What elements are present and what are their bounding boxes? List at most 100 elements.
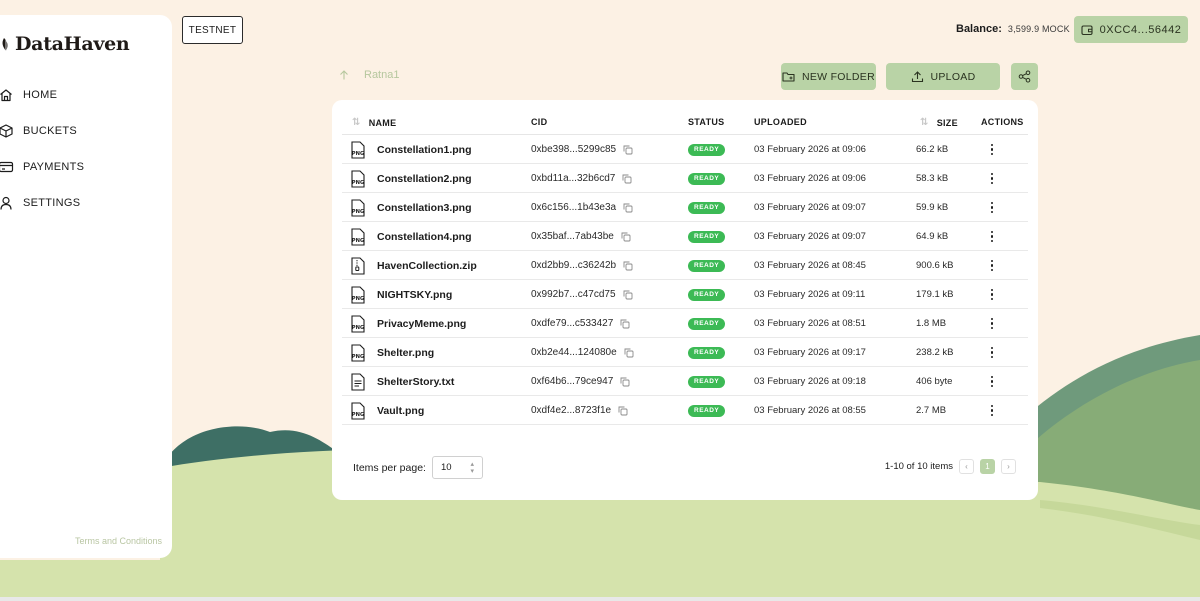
previous-page-button[interactable]: ‹ <box>959 459 974 474</box>
sort-icon[interactable]: ⇅ <box>920 117 929 128</box>
cid-value: 0xdf4e2...8723f1e <box>531 405 612 416</box>
file-name[interactable]: NIGHTSKY.png <box>377 280 452 309</box>
file-cid: 0xdf4e2...8723f1e <box>531 396 628 425</box>
column-actions: ACTIONS <box>981 117 1024 127</box>
table-row[interactable]: PNG Constellation4.png 0x35baf...7ab43be RE… <box>342 222 1028 251</box>
copy-icon[interactable] <box>623 145 633 155</box>
status-badge: READY <box>688 230 726 243</box>
png-file-icon: PNG <box>350 396 368 425</box>
table-row[interactable]: PNG Vault.png 0xdf4e2...8723f1e READY 03 Feb… <box>342 396 1028 425</box>
more-actions-button[interactable] <box>985 222 999 251</box>
column-size[interactable]: ⇅ SIZE <box>920 117 958 128</box>
sort-icon[interactable]: ⇅ <box>352 117 361 128</box>
items-per-page-select[interactable]: 10 ▴ ▾ <box>431 456 483 479</box>
user-icon <box>0 195 14 211</box>
file-name[interactable]: Constellation4.png <box>377 222 472 251</box>
table-row[interactable]: PNG Shelter.png 0xb2e44...124080e READY 03 F… <box>342 338 1028 367</box>
svg-text:PNG: PNG <box>352 151 364 157</box>
status-badge: READY <box>688 201 726 214</box>
status-cell: READY <box>688 193 726 222</box>
copy-icon[interactable] <box>618 406 628 416</box>
copy-icon[interactable] <box>624 348 634 358</box>
more-actions-button[interactable] <box>985 309 999 338</box>
cube-icon <box>0 123 14 139</box>
more-actions-button[interactable] <box>985 338 999 367</box>
table-row[interactable]: PNG NIGHTSKY.png 0x992b7...c47cd75 READY 03 … <box>342 280 1028 309</box>
status-cell: READY <box>688 338 726 367</box>
items-per-page-value: 10 <box>440 462 452 473</box>
copy-icon[interactable] <box>623 203 633 213</box>
copy-icon[interactable] <box>622 174 632 184</box>
balance-value: 3,599.9 MOCK <box>1007 24 1070 34</box>
copy-icon[interactable] <box>620 319 630 329</box>
network-button[interactable]: TESTNET <box>182 16 243 44</box>
file-name[interactable]: HavenCollection.zip <box>377 251 477 280</box>
file-size: 406 byte <box>916 376 953 387</box>
sidebar-item-settings[interactable]: SETTINGS <box>0 185 168 221</box>
file-name[interactable]: Vault.png <box>377 396 424 425</box>
wallet-button[interactable]: 0XCC4...56442 <box>1074 16 1188 43</box>
page-button[interactable]: 1 <box>980 459 995 474</box>
more-actions-button[interactable] <box>985 193 999 222</box>
file-cid: 0x35baf...7ab43be <box>531 222 631 251</box>
sidebar-item-payments[interactable]: PAYMENTS <box>0 149 168 185</box>
uploaded-date: 03 February 2026 at 08:51 <box>754 318 866 329</box>
copy-icon[interactable] <box>623 261 633 271</box>
more-actions-button[interactable] <box>985 367 999 396</box>
file-cid: 0x6c156...1b43e3a <box>531 193 633 222</box>
copy-icon[interactable] <box>623 290 633 300</box>
status-badge: READY <box>688 288 726 301</box>
upload-icon <box>911 70 924 83</box>
sidebar-nav: HOME BUCKETS PAYMENTS SETTINGS <box>0 77 168 221</box>
more-actions-button[interactable] <box>985 280 999 309</box>
new-folder-button[interactable]: NEW FOLDER <box>781 63 876 90</box>
table-row[interactable]: PNG PrivacyMeme.png 0xdfe79...c533427 READY… <box>342 309 1028 338</box>
next-page-button[interactable]: › <box>1001 459 1016 474</box>
table-row[interactable]: PNG Constellation2.png 0xbd11a...32b6cd7 RE… <box>342 164 1028 193</box>
table-row[interactable]: HavenCollection.zip 0xd2bb9...c36242b READ… <box>342 251 1028 280</box>
arrow-up-icon[interactable] <box>338 69 350 81</box>
cid-value: 0xf64b6...79ce947 <box>531 376 614 387</box>
file-name[interactable]: Constellation2.png <box>377 164 472 193</box>
table-row[interactable]: PNG Constellation3.png 0x6c156...1b43e3a RE… <box>342 193 1028 222</box>
balance-label: Balance: <box>956 23 1002 35</box>
upload-button[interactable]: UPLOAD <box>886 63 1000 90</box>
file-name[interactable]: Constellation1.png <box>377 135 472 164</box>
column-name[interactable]: ⇅ NAME <box>352 117 396 128</box>
zip-file-icon <box>350 251 368 280</box>
share-button[interactable] <box>1011 63 1038 90</box>
sidebar-item-home[interactable]: HOME <box>0 77 168 113</box>
column-label: STATUS <box>688 117 725 127</box>
file-name[interactable]: PrivacyMeme.png <box>377 309 466 338</box>
cid-value: 0x35baf...7ab43be <box>531 231 614 242</box>
more-actions-button[interactable] <box>985 396 999 425</box>
copy-icon[interactable] <box>620 377 630 387</box>
file-name[interactable]: ShelterStory.txt <box>377 367 454 396</box>
terms-link[interactable]: Terms and Conditions <box>75 536 162 546</box>
leaf-logo-icon <box>2 38 8 51</box>
app-logo[interactable]: DataHaven <box>0 33 130 55</box>
png-file-icon: PNG <box>350 338 368 367</box>
status-cell: READY <box>688 251 726 280</box>
pagination-range: 1-10 of 10 items <box>884 461 953 472</box>
more-actions-button[interactable] <box>985 135 999 164</box>
sidebar-item-label: SETTINGS <box>23 197 81 209</box>
copy-icon[interactable] <box>621 232 631 242</box>
file-name[interactable]: Constellation3.png <box>377 193 472 222</box>
more-actions-button[interactable] <box>985 164 999 193</box>
share-icon <box>1018 70 1031 83</box>
file-name[interactable]: Shelter.png <box>377 338 434 367</box>
svg-text:PNG: PNG <box>352 412 364 418</box>
credit-card-icon <box>0 159 14 175</box>
sidebar-item-buckets[interactable]: BUCKETS <box>0 113 168 149</box>
table-row[interactable]: PNG Constellation1.png 0xbe398...5299c85 RE… <box>342 135 1028 164</box>
file-cid: 0xbd11a...32b6cd7 <box>531 164 632 193</box>
column-uploaded: UPLOADED <box>754 117 807 127</box>
table-row[interactable]: ShelterStory.txt 0xf64b6...79ce947 READY 03… <box>342 367 1028 396</box>
status-cell: READY <box>688 135 726 164</box>
more-actions-button[interactable] <box>985 251 999 280</box>
breadcrumb-current[interactable]: Ratna1 <box>364 69 399 81</box>
sidebar: DataHaven HOME BUCKETS PAYMENTS SETTINGS <box>0 15 172 558</box>
text-file-icon <box>350 367 368 396</box>
kebab-menu-icon <box>990 346 994 359</box>
